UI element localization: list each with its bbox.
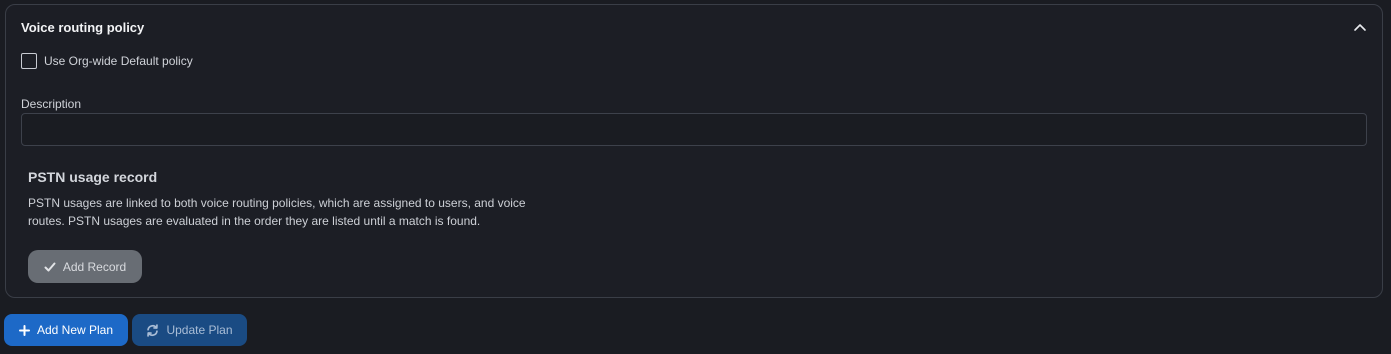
description-input[interactable] xyxy=(21,113,1367,146)
refresh-icon xyxy=(146,323,159,337)
update-plan-label: Update Plan xyxy=(166,323,233,337)
pstn-description: PSTN usages are linked to both voice rou… xyxy=(28,196,526,228)
org-default-label: Use Org-wide Default policy xyxy=(44,54,193,68)
org-default-row[interactable]: Use Org-wide Default policy xyxy=(21,53,193,69)
plus-icon xyxy=(18,324,30,336)
voice-routing-policy-panel: Voice routing policy Use Org-wide Defaul… xyxy=(5,4,1383,298)
add-new-plan-label: Add New Plan xyxy=(36,323,114,337)
description-label: Description xyxy=(21,97,82,111)
add-record-button[interactable]: Add Record xyxy=(28,250,142,283)
check-icon xyxy=(44,261,56,273)
pstn-section-title: PSTN usage record xyxy=(28,169,158,185)
chevron-up-icon[interactable] xyxy=(1352,19,1368,35)
update-plan-button[interactable]: Update Plan xyxy=(132,314,247,346)
add-new-plan-button[interactable]: Add New Plan xyxy=(4,314,128,346)
add-record-label: Add Record xyxy=(62,259,127,274)
panel-title: Voice routing policy xyxy=(21,20,145,35)
org-default-checkbox[interactable] xyxy=(21,53,37,69)
